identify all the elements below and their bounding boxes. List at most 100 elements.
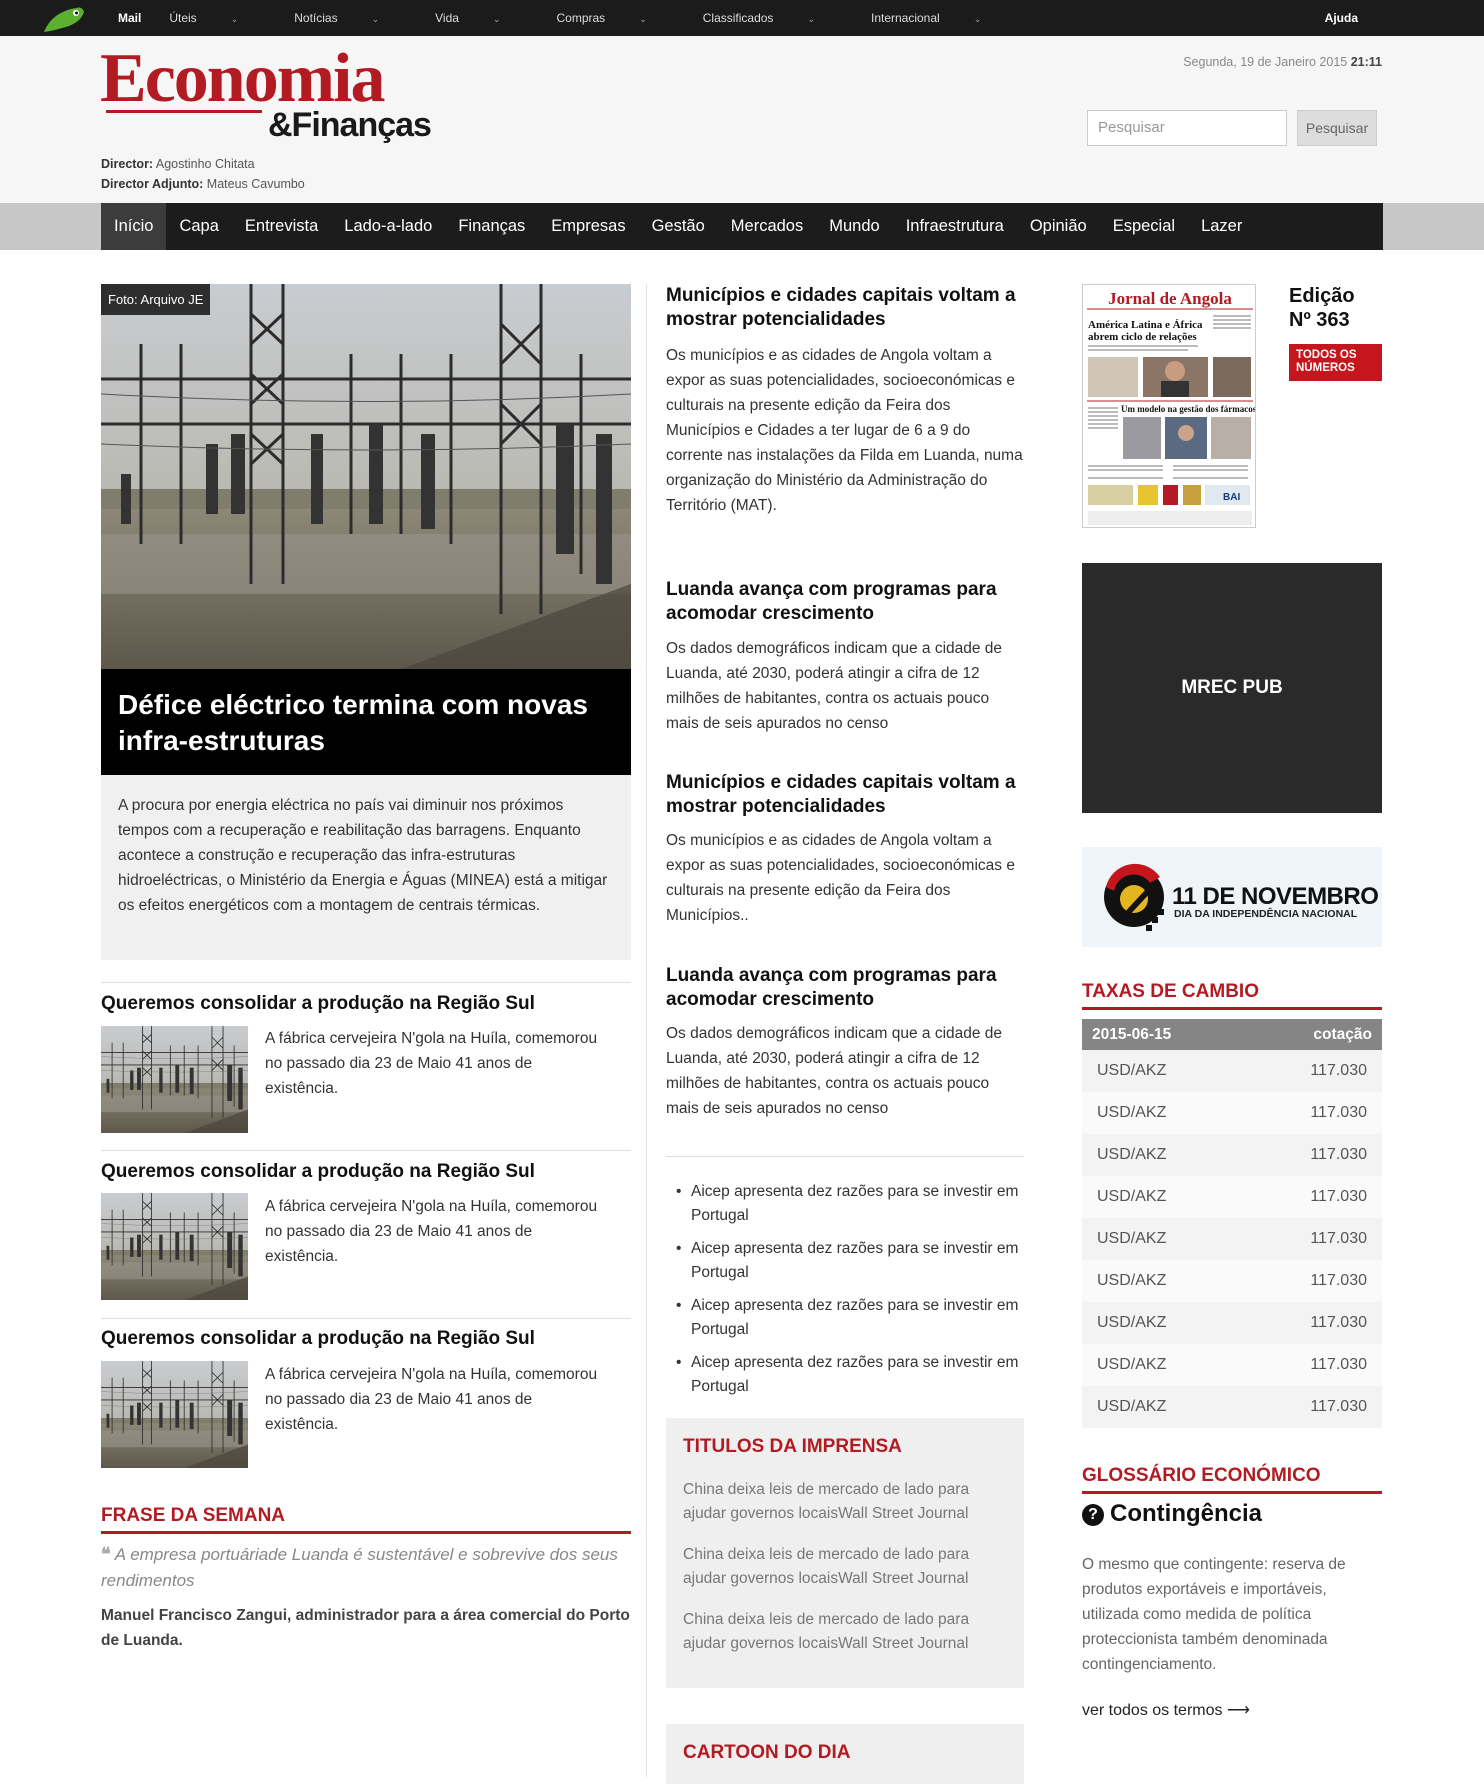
related-link[interactable]: Aicep apresenta dez razões para se inves… [666, 1180, 1026, 1228]
article-thumbnail[interactable] [101, 1361, 248, 1468]
exchange-rate-table: 2015-06-15 cotação USD/AKZ 117.030 USD/AK… [1082, 1019, 1382, 1428]
hero-title-box[interactable]: Défice eléctrico termina com novas infra… [101, 669, 631, 775]
hero-image[interactable] [101, 284, 631, 669]
imprensa-item[interactable]: China deixa leis de mercado de lado para… [683, 1608, 1007, 1656]
fx-pair: USD/AKZ [1082, 1092, 1243, 1134]
nav-gestao[interactable]: Gestão [639, 203, 718, 250]
topnav-mail[interactable]: Mail [118, 11, 141, 25]
director-name: Agostinho Chitata [155, 157, 255, 171]
related-link[interactable]: Aicep apresenta dez razões para se inves… [666, 1351, 1026, 1399]
article-title[interactable]: Queremos consolidar a produção na Região… [101, 1328, 535, 1350]
newspaper-cover[interactable]: Jornal de Angola América Latina e África… [1082, 284, 1256, 528]
site-logo[interactable]: Economia &Finanças [100, 40, 432, 145]
imprensa-item[interactable]: China deixa leis de mercado de lado para… [683, 1478, 1007, 1526]
time-text: 21:11 [1350, 55, 1382, 69]
mrec-ad[interactable]: MREC PUB [1082, 563, 1382, 813]
article-title[interactable]: Queremos consolidar a produção na Região… [101, 993, 535, 1015]
table-row: USD/AKZ 117.030 [1082, 1344, 1382, 1386]
article-thumbnail[interactable] [101, 1193, 248, 1300]
all-editions-line1: TODOS OS [1296, 349, 1357, 361]
topnav-uteis[interactable]: Úteis ⌄ [169, 11, 266, 25]
nav-entrevista[interactable]: Entrevista [232, 203, 331, 250]
director-line: Director: Agostinho Chitata [101, 157, 255, 171]
quote-icon: ❝ [101, 1544, 111, 1564]
table-row: USD/AKZ 117.030 [1082, 1302, 1382, 1344]
topnav-internacional[interactable]: Internacional ⌄ [871, 11, 1009, 25]
topnav-label: Vida [435, 11, 459, 25]
chevron-down-icon: ⌄ [807, 14, 815, 24]
portal-logo-icon[interactable] [42, 4, 86, 34]
edition-label: Edição [1289, 285, 1355, 307]
glossario-heading: GLOSSÁRIO ECONÓMICO [1082, 1465, 1382, 1494]
nav-mercados[interactable]: Mercados [718, 203, 816, 250]
top-bar: Mail Úteis ⌄ Notícias ⌄ Vida ⌄ Compras ⌄ Cla… [0, 0, 1484, 36]
nav-financas[interactable]: Finanças [445, 203, 538, 250]
table-row: USD/AKZ 117.030 [1082, 1218, 1382, 1260]
paper-subheadline: Um modelo na gestão dos fármacos [1121, 404, 1256, 414]
divider [101, 982, 631, 983]
adjunto-label: Director Adjunto: [101, 177, 204, 191]
logo-sub-text: &Finanças [268, 106, 432, 144]
all-terms-link[interactable]: ver todos os termos ⟶ [1082, 1700, 1250, 1720]
topnav-vida[interactable]: Vida ⌄ [435, 11, 528, 25]
fx-value: 117.030 [1242, 1344, 1382, 1386]
nav-empresas[interactable]: Empresas [538, 203, 638, 250]
related-link[interactable]: Aicep apresenta dez razões para se inves… [666, 1237, 1026, 1285]
hero-title[interactable]: Défice eléctrico termina com novas infra… [118, 687, 614, 759]
fx-pair: USD/AKZ [1082, 1134, 1243, 1176]
chevron-down-icon: ⌄ [492, 14, 501, 24]
frase-heading: FRASE DA SEMANA [101, 1505, 631, 1534]
article-title[interactable]: Luanda avança com programas para acomoda… [666, 578, 1026, 626]
topnav-classificados[interactable]: Classificados ⌄ [703, 11, 843, 25]
imprensa-heading: TITULOS DA IMPRENSA [683, 1436, 902, 1457]
help-link[interactable]: Ajuda [1325, 11, 1358, 25]
chevron-down-icon: ⌄ [973, 14, 982, 24]
article-summary: Os municípios e as cidades de Angola vol… [666, 832, 1015, 924]
nav-opiniao[interactable]: Opinião [1017, 203, 1100, 250]
all-editions-button[interactable]: TODOS OS NÚMEROS [1289, 344, 1382, 381]
related-link[interactable]: Aicep apresenta dez razões para se inves… [666, 1294, 1026, 1342]
nav-capa[interactable]: Capa [166, 203, 231, 250]
chevron-down-icon: ⌄ [639, 14, 647, 24]
nav-lazer[interactable]: Lazer [1188, 203, 1255, 250]
glossario-term-text: Contingência [1110, 1500, 1263, 1527]
article-title[interactable]: Municípios e cidades capitais voltam a m… [666, 771, 1026, 819]
article-summary: A fábrica cervejeira N'gola na Huíla, co… [265, 1030, 598, 1097]
article-summary: Os dados demográficos indicam que a cida… [666, 640, 1003, 732]
divider [101, 1318, 631, 1319]
edition-number: Nº 363 [1289, 309, 1350, 331]
nav-lado-a-lado[interactable]: Lado-a-lado [331, 203, 445, 250]
nav-inicio[interactable]: Início [101, 203, 167, 250]
article-title[interactable]: Municípios e cidades capitais voltam a m… [666, 284, 1026, 332]
table-row: USD/AKZ 117.030 [1082, 1092, 1382, 1134]
current-date: Segunda, 19 de Janeiro 2015 21:11 [1183, 55, 1382, 69]
article-title[interactable]: Luanda avança com programas para acomoda… [666, 964, 1026, 1012]
fx-column-header: cotação [1242, 1019, 1382, 1050]
article-title[interactable]: Queremos consolidar a produção na Região… [101, 1161, 535, 1183]
divider [666, 1156, 1024, 1157]
topnav-compras[interactable]: Compras ⌄ [557, 11, 675, 25]
nav-especial[interactable]: Especial [1100, 203, 1188, 250]
topnav-label: Compras [556, 11, 606, 25]
imprensa-item[interactable]: China deixa leis de mercado de lado para… [683, 1543, 1007, 1591]
table-header: 2015-06-15 cotação [1082, 1019, 1382, 1050]
article-thumbnail[interactable] [101, 1026, 248, 1133]
logo-main-text: Economia [100, 40, 385, 117]
glossario-term[interactable]: ? Contingência [1082, 1500, 1262, 1528]
topnav-label: Notícias [294, 11, 338, 25]
banner-subtitle: DIA DA INDEPENDÊNCIA NACIONAL [1174, 908, 1358, 920]
photo-credit: Foto: Arquivo JE [101, 284, 211, 315]
topnav-noticias[interactable]: Notícias ⌄ [294, 11, 407, 25]
all-editions-line2: NÚMEROS [1296, 362, 1355, 374]
search-button[interactable]: Pesquisar [1297, 110, 1377, 146]
search-input[interactable]: Pesquisar [1087, 110, 1287, 146]
independence-banner[interactable]: 11 DE NOVEMBRO DIA DA INDEPENDÊNCIA NACI… [1082, 847, 1382, 947]
glossario-definition: O mesmo que contingente: reserva de prod… [1082, 1556, 1346, 1673]
imprensa-box: TITULOS DA IMPRENSA China deixa leis de … [666, 1418, 1024, 1688]
fx-value: 117.030 [1242, 1050, 1382, 1092]
nav-mundo[interactable]: Mundo [816, 203, 892, 250]
fx-value: 117.030 [1242, 1092, 1382, 1134]
fx-value: 117.030 [1242, 1176, 1382, 1218]
nav-infraestrutura[interactable]: Infraestrutura [893, 203, 1017, 250]
table-row: USD/AKZ 117.030 [1082, 1134, 1382, 1176]
